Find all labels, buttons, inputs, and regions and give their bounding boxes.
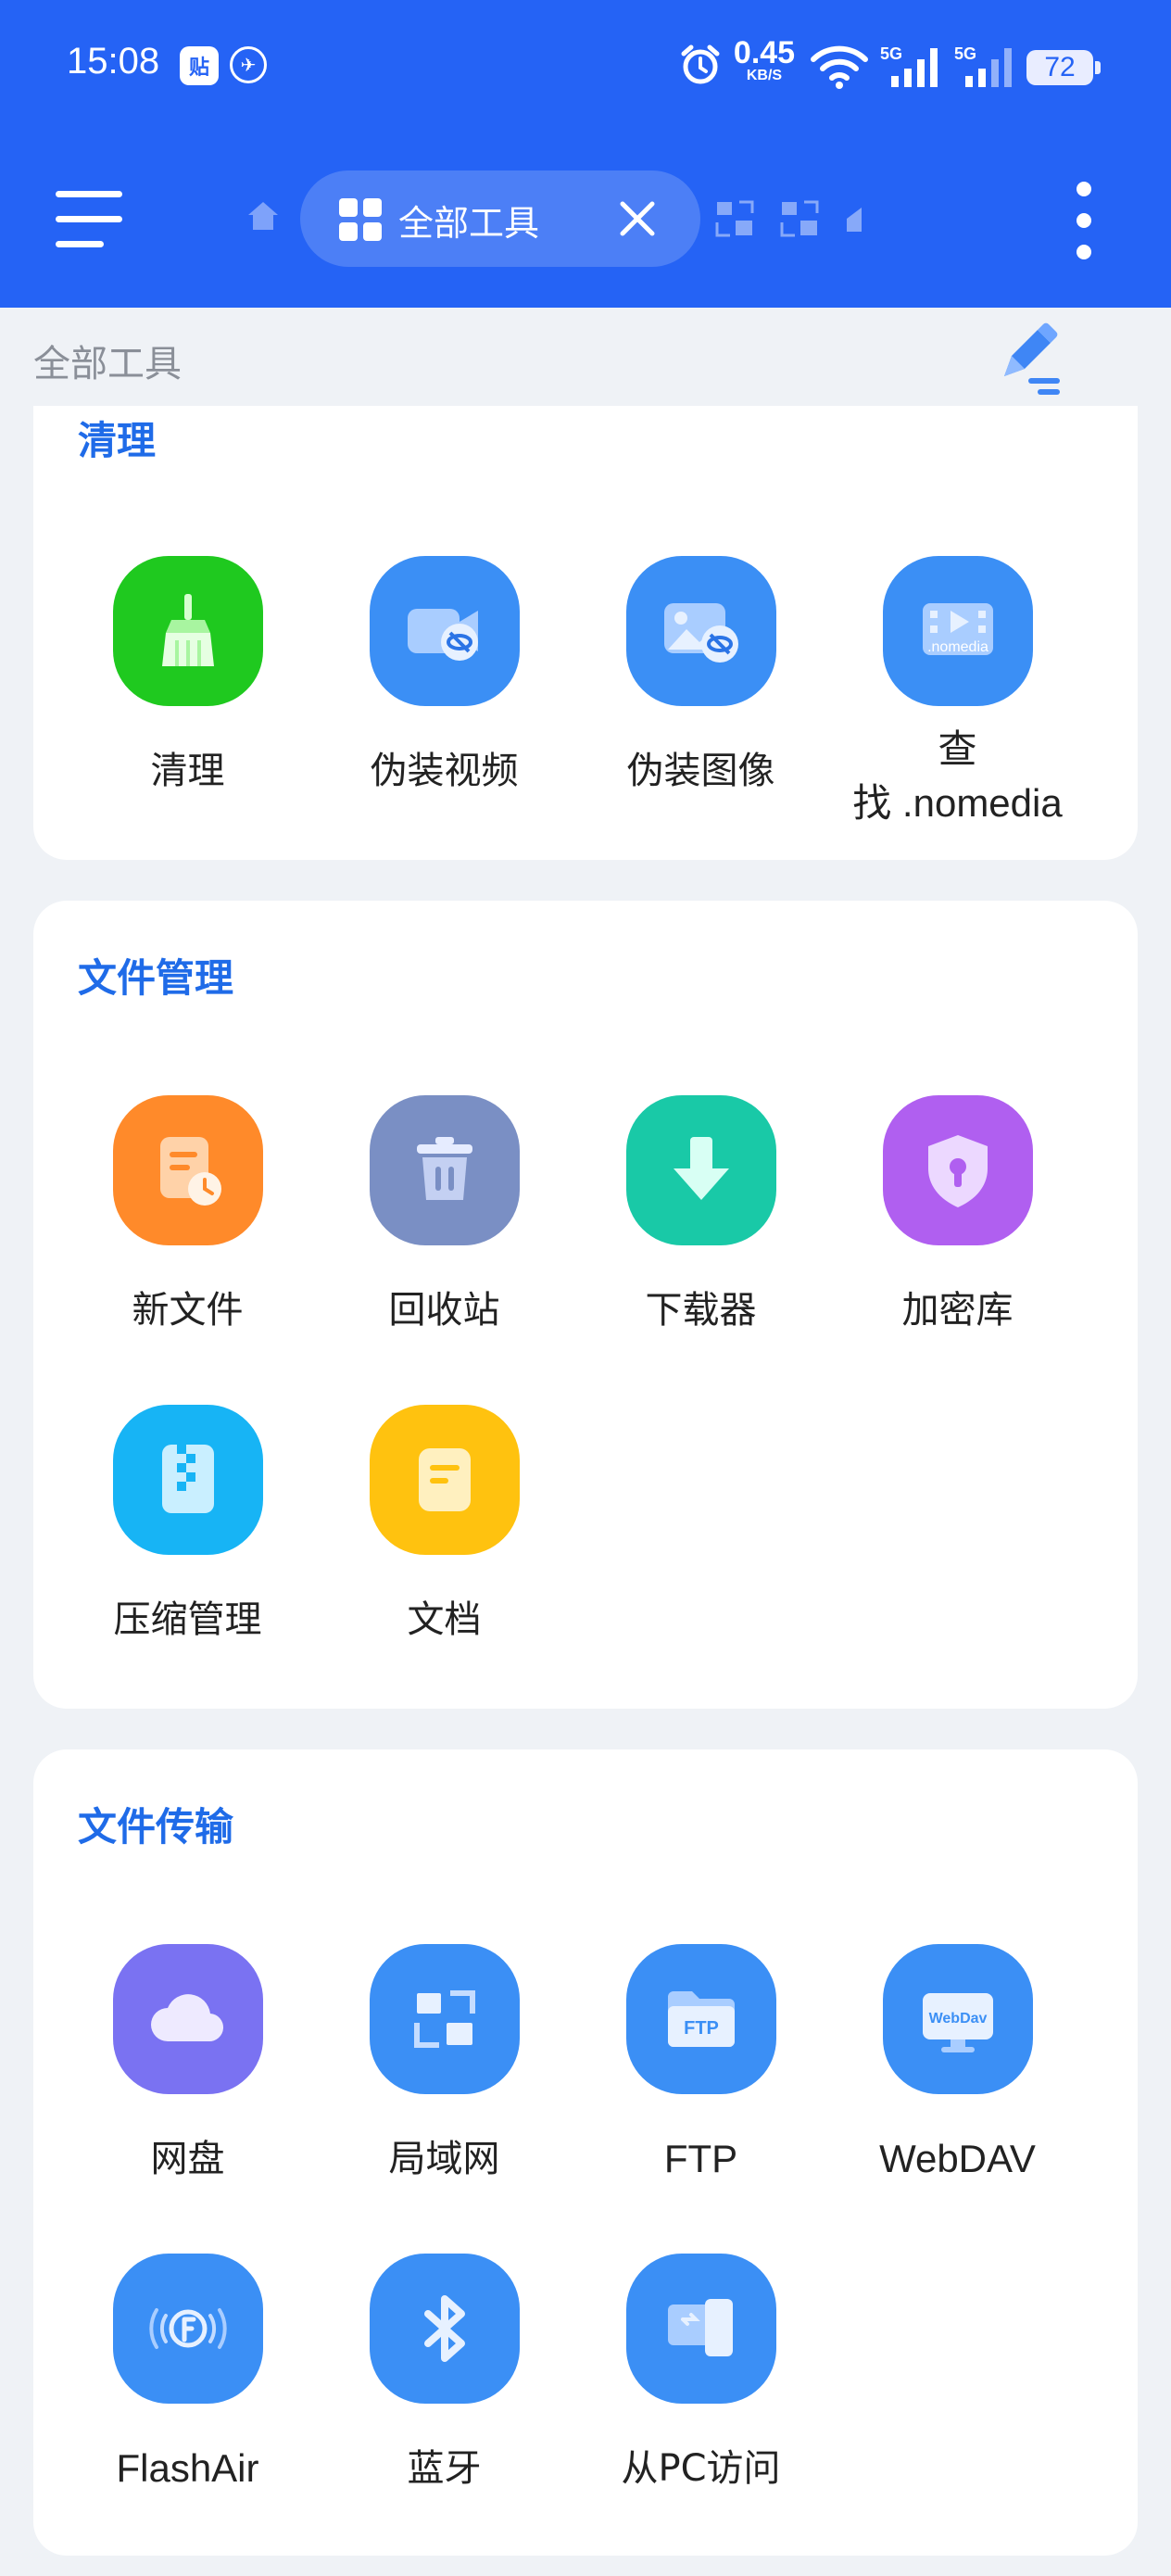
tool-find-nomedia[interactable]: .nomedia 查 找 .nomedia: [829, 556, 1086, 830]
tool-bluetooth[interactable]: 蓝牙: [316, 2254, 573, 2494]
nomedia-icon: .nomedia: [882, 556, 1033, 706]
bluetooth-icon: [369, 2254, 520, 2404]
more-options-icon[interactable]: [1067, 182, 1101, 259]
tool-label: 局域网: [388, 2138, 500, 2180]
status-bar: 15:08 贴 ✈ 0.45 KB/S 5G 5G 72: [0, 0, 1171, 139]
flashair-icon: [112, 2254, 263, 2404]
tool-fake-image[interactable]: 伪装图像: [573, 556, 829, 797]
video-hidden-icon: [369, 556, 520, 706]
section-title: 清理: [78, 418, 157, 463]
svg-text:5G: 5G: [954, 44, 976, 63]
tool-label: 压缩管理: [113, 1598, 262, 1641]
svg-text:5G: 5G: [880, 44, 902, 63]
nfc-icon: ✈: [230, 46, 267, 83]
trash-icon: [369, 1095, 520, 1245]
recent-file-icon: [112, 1095, 263, 1245]
section-card-file-transfer: 文件传输 网盘 局域网 FTP FTP WebDav WebDAV FlashA…: [33, 1749, 1138, 2556]
tool-vault[interactable]: 加密库: [829, 1095, 1086, 1336]
tool-label: WebDAV: [879, 2137, 1036, 2180]
tool-label: 蓝牙: [407, 2447, 482, 2490]
signal-5g-icon: 5G: [880, 44, 938, 87]
tool-label: 从PC访问: [621, 2447, 781, 2490]
tool-cleanup[interactable]: 清理: [59, 556, 316, 797]
tool-label: 清理: [150, 750, 225, 792]
tool-webdav[interactable]: WebDav WebDAV: [829, 1944, 1086, 2185]
hamburger-menu-icon[interactable]: [56, 191, 126, 248]
page-title: 全部工具: [33, 343, 182, 385]
tool-access-from-pc[interactable]: 从PC访问: [573, 2254, 829, 2494]
download-icon: [625, 1095, 776, 1245]
tool-recycle-bin[interactable]: 回收站: [316, 1095, 573, 1336]
tab-all-tools[interactable]: 全部工具: [300, 170, 700, 267]
tool-documents[interactable]: 文档: [316, 1405, 573, 1646]
status-time: 15:08: [67, 41, 160, 82]
tool-label: FTP: [663, 2137, 738, 2180]
tool-label: 新文件: [132, 1289, 244, 1332]
lan-icon: [369, 1944, 520, 2094]
section-title: 文件传输: [78, 1804, 234, 1850]
navigation-bar: 全部工具: [0, 139, 1171, 308]
tool-label: 文档: [407, 1598, 482, 1641]
section-card-cleanup: 清理 清理 伪装视频 伪装图像 .nomedia 查 找 .nomedia: [33, 406, 1138, 860]
app-notification-icon: 贴: [180, 46, 219, 85]
tool-label: 网盘: [150, 2138, 225, 2180]
section-header: 全部工具: [0, 308, 1171, 406]
tool-flashair[interactable]: FlashAir: [59, 2254, 316, 2494]
top-app-bar: 15:08 贴 ✈ 0.45 KB/S 5G 5G 72 全部工具: [0, 0, 1171, 308]
image-hidden-icon: [625, 556, 776, 706]
network-speed: 0.45 KB/S: [733, 35, 796, 83]
wifi-icon: [811, 45, 868, 89]
svg-text:FTP: FTP: [684, 2018, 719, 2039]
tool-label: FlashAir: [116, 2446, 259, 2490]
tool-fake-video[interactable]: 伪装视频: [316, 556, 573, 797]
ftp-folder-icon: FTP: [625, 1944, 776, 2094]
tool-ftp[interactable]: FTP FTP: [573, 1944, 829, 2185]
svg-text:.nomedia: .nomedia: [927, 639, 988, 655]
zip-icon: [112, 1405, 263, 1555]
webdav-icon: WebDav: [882, 1944, 1033, 2094]
close-icon[interactable]: [617, 198, 658, 239]
tab-ghost-icon[interactable]: [845, 206, 862, 234]
svg-text:WebDav: WebDav: [928, 2011, 987, 2027]
tab-label: 全部工具: [398, 203, 540, 244]
tool-label: 下载器: [645, 1289, 757, 1332]
cloud-icon: [112, 1944, 263, 2094]
alarm-icon: [681, 44, 720, 84]
tab-ghost-icon[interactable]: [780, 200, 819, 237]
pc-access-icon: [625, 2254, 776, 2404]
tool-label: 回收站: [388, 1289, 500, 1332]
signal-5g-icon: 5G: [954, 44, 1012, 87]
tab-ghost-icon[interactable]: [715, 200, 754, 237]
shield-lock-icon: [882, 1095, 1033, 1245]
section-card-file-management: 文件管理 新文件 回收站 下载器 加密库 压缩管理 文档: [33, 901, 1138, 1709]
broom-icon: [112, 556, 263, 706]
home-icon[interactable]: [245, 198, 282, 235]
tool-cloud-drive[interactable]: 网盘: [59, 1944, 316, 2185]
tool-compress[interactable]: 压缩管理: [59, 1405, 316, 1646]
battery-indicator: 72: [1026, 50, 1101, 85]
document-icon: [369, 1405, 520, 1555]
edit-icon[interactable]: [991, 322, 1067, 398]
tool-lan[interactable]: 局域网: [316, 1944, 573, 2185]
tool-label: 加密库: [901, 1289, 1014, 1332]
tool-label: 查 找 .nomedia: [852, 727, 1063, 825]
section-title: 文件管理: [78, 955, 234, 1001]
tool-downloader[interactable]: 下载器: [573, 1095, 829, 1336]
tool-label: 伪装图像: [626, 750, 775, 792]
tool-new-files[interactable]: 新文件: [59, 1095, 316, 1336]
tool-label: 伪装视频: [370, 750, 519, 792]
grid-icon: [339, 198, 382, 241]
